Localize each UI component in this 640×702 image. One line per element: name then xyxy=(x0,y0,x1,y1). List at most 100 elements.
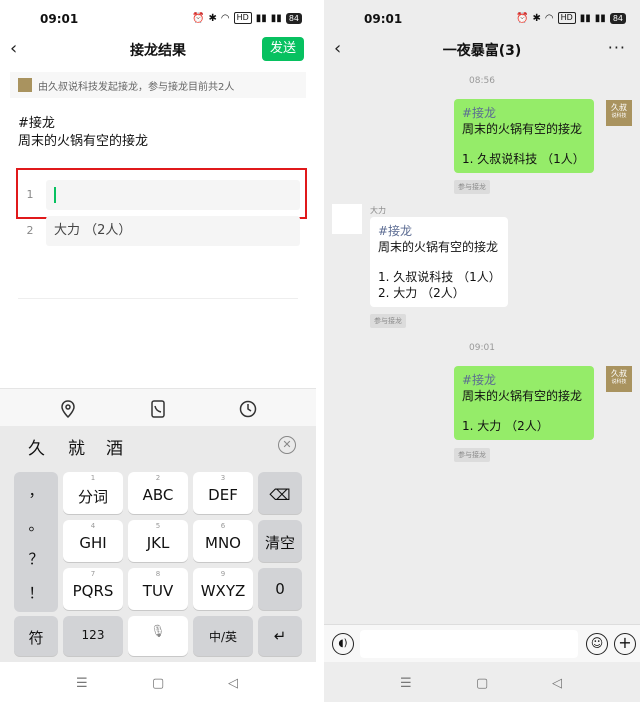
message-line: 2. 大力 （2人） xyxy=(378,286,465,300)
key-7[interactable]: 7 PQRS xyxy=(63,568,123,610)
key-main: TUV xyxy=(142,582,174,600)
key-sub: 1 xyxy=(90,474,96,482)
avatar[interactable]: 久叔 说科技 xyxy=(606,100,632,126)
key-sub: 5 xyxy=(155,522,161,530)
key-sub: 7 xyxy=(90,570,96,578)
clock-icon[interactable] xyxy=(238,399,258,419)
microphone-icon: 🎙 xyxy=(150,624,166,638)
home-icon[interactable]: ▢ xyxy=(476,676,488,691)
avatar-subtext: 说科技 xyxy=(611,379,627,385)
space-key[interactable]: 🎙 xyxy=(128,616,188,656)
join-chip[interactable]: 参与接龙 xyxy=(454,448,490,462)
key-1[interactable]: 1 分词 xyxy=(63,472,123,514)
punct-key[interactable]: ， xyxy=(14,480,58,501)
key-4[interactable]: 4 GHI xyxy=(63,520,123,562)
language-key[interactable]: 中/英 xyxy=(193,616,253,656)
location-icon[interactable] xyxy=(58,399,78,419)
enter-icon: ↵ xyxy=(273,627,287,645)
message-desc: 周末的火锅有空的接龙 xyxy=(462,122,583,136)
menu-icon[interactable]: ☰ xyxy=(76,676,88,691)
punct-key[interactable]: ！ xyxy=(14,582,58,603)
key-9[interactable]: 9 WXYZ xyxy=(193,568,253,610)
jielong-hashtag: #接龙 xyxy=(18,116,55,131)
entry-row-2: 2 大力 （2人） xyxy=(18,216,300,246)
key-2[interactable]: 2 ABC xyxy=(128,472,188,514)
emoji-icon[interactable]: ☺ xyxy=(586,633,608,655)
wifi-icon: ◠ xyxy=(544,12,554,24)
key-main: ABC xyxy=(142,486,174,504)
signal-icon: ▮▮ xyxy=(579,12,591,24)
menu-icon[interactable]: ☰ xyxy=(400,676,412,691)
key-sub: 9 xyxy=(220,570,226,578)
avatar[interactable]: 久叔 说科技 xyxy=(606,366,632,392)
status-time: 09:01 xyxy=(40,12,79,26)
bluetooth-icon: ✱ xyxy=(208,12,217,24)
key-main: WXYZ xyxy=(200,582,246,600)
input-toolbar xyxy=(0,388,316,426)
send-button[interactable]: 发送 xyxy=(262,37,304,61)
punct-key[interactable]: 。 xyxy=(14,514,58,535)
key-6[interactable]: 6 MNO xyxy=(193,520,253,562)
message-hashtag: #接龙 xyxy=(462,106,497,120)
key-main: 0 xyxy=(275,580,285,598)
info-text: 由久叔说科技发起接龙，参与接龙目前共2人 xyxy=(38,81,235,93)
zero-key[interactable]: 0 xyxy=(258,568,302,610)
hd-icon: HD xyxy=(557,12,576,24)
key-8[interactable]: 8 TUV xyxy=(128,568,188,610)
key-sub: 6 xyxy=(220,522,226,530)
backspace-key[interactable]: ⌫ xyxy=(258,472,302,514)
voice-icon[interactable]: ◖) xyxy=(332,633,354,655)
signal-icon: ▮▮ xyxy=(594,12,606,24)
wifi-icon: ◠ xyxy=(220,12,230,24)
divider xyxy=(18,298,298,299)
candidate[interactable]: 久 xyxy=(28,434,45,459)
number-key[interactable]: 123 xyxy=(63,616,123,656)
message-desc: 周末的火锅有空的接龙 xyxy=(378,240,499,254)
status-time: 09:01 xyxy=(364,12,403,26)
avatar xyxy=(18,78,32,92)
message-input[interactable] xyxy=(360,630,578,658)
key-main: PQRS xyxy=(72,582,114,600)
key-sub: 8 xyxy=(155,570,161,578)
backspace-icon: ⌫ xyxy=(269,486,291,504)
candidate[interactable]: 酒 xyxy=(106,434,123,459)
top-nav: ‹ 接龙结果 发送 xyxy=(0,34,316,64)
join-chip[interactable]: 参与接龙 xyxy=(454,180,490,194)
close-icon[interactable]: ✕ xyxy=(278,436,296,454)
status-bar: 09:01 ⏰ ✱ ◠ HD ▮▮ ▮▮ 84 xyxy=(0,0,316,34)
key-main: 123 xyxy=(81,628,105,642)
symbol-key[interactable]: 符 xyxy=(14,616,58,656)
message-bubble[interactable]: #接龙 周末的火锅有空的接龙 1. 久叔说科技 （1人） xyxy=(454,99,594,173)
message-bubble[interactable]: #接龙 周末的火锅有空的接龙 1. 久叔说科技 （1人） 2. 大力 （2人） xyxy=(370,217,508,307)
message-time: 08:56 xyxy=(469,76,495,86)
plus-icon[interactable]: + xyxy=(614,633,636,655)
avatar[interactable] xyxy=(332,204,362,234)
phone-icon[interactable] xyxy=(148,399,168,419)
message-bubble[interactable]: #接龙 周末的火锅有空的接龙 1. 大力 （2人） xyxy=(454,366,594,440)
signal-icon: ▮▮ xyxy=(255,12,267,24)
message-hashtag: #接龙 xyxy=(378,224,413,238)
avatar-subtext: 说科技 xyxy=(611,113,627,119)
clear-key[interactable]: 清空 xyxy=(258,520,302,562)
key-3[interactable]: 3 DEF xyxy=(193,472,253,514)
more-icon[interactable]: ··· xyxy=(608,38,626,57)
back-nav-icon[interactable]: ◁ xyxy=(552,676,562,691)
home-icon[interactable]: ▢ xyxy=(152,676,164,691)
key-5[interactable]: 5 JKL xyxy=(128,520,188,562)
key-main: GHI xyxy=(79,534,107,552)
message-line: 1. 久叔说科技 （1人） xyxy=(378,270,501,284)
top-nav: ‹ 一夜暴富(3) ··· xyxy=(324,34,640,64)
info-banner: 由久叔说科技发起接龙，参与接龙目前共2人 xyxy=(10,72,306,98)
join-chip[interactable]: 参与接龙 xyxy=(370,314,406,328)
enter-key[interactable]: ↵ xyxy=(258,616,302,656)
punct-key[interactable]: ？ xyxy=(14,548,58,569)
candidate[interactable]: 就 xyxy=(68,434,85,459)
entry-input-2[interactable]: 大力 （2人） xyxy=(46,216,300,246)
message-desc: 周末的火锅有空的接龙 xyxy=(462,389,583,403)
jielong-description: 周末的火锅有空的接龙 xyxy=(18,134,149,149)
back-nav-icon[interactable]: ◁ xyxy=(228,676,238,691)
key-main: DEF xyxy=(208,486,238,504)
alarm-icon: ⏰ xyxy=(516,12,529,24)
key-main: 中/英 xyxy=(208,630,238,644)
